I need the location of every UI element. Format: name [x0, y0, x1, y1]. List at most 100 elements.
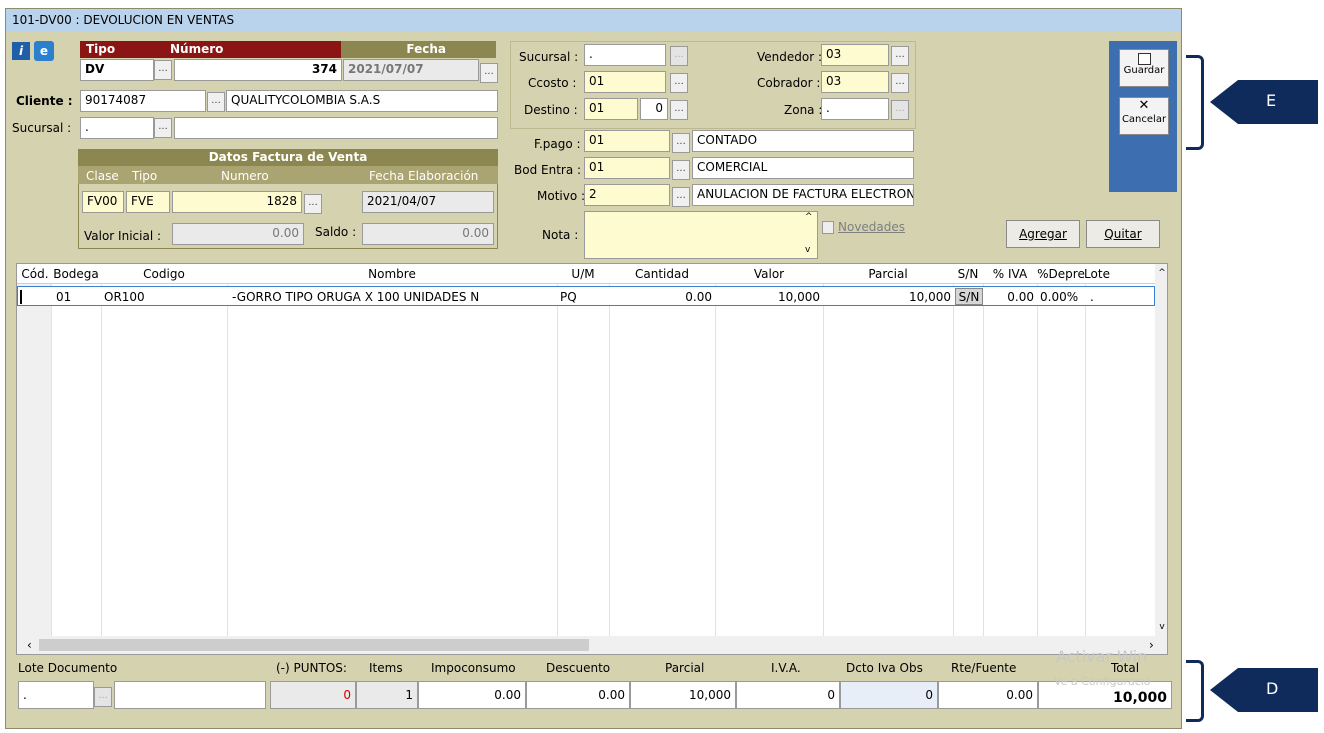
- nota-field[interactable]: [584, 211, 818, 259]
- lote-field[interactable]: .: [18, 681, 94, 709]
- bracket-d: [1186, 660, 1204, 722]
- callout-d-label: D: [1266, 679, 1279, 698]
- tipo-lookup-button[interactable]: ...: [154, 60, 172, 80]
- motivo-field[interactable]: 2: [584, 184, 670, 206]
- cell-cod[interactable]: [20, 290, 50, 304]
- vertical-scrollbar[interactable]: ^ v: [1155, 264, 1167, 636]
- scroll-left-icon[interactable]: ‹: [27, 638, 32, 652]
- zona-lookup[interactable]: ...: [891, 100, 909, 120]
- items-label: Items: [369, 661, 403, 675]
- info-icon[interactable]: i: [12, 42, 30, 60]
- cobrador-field[interactable]: 03: [821, 71, 889, 93]
- mid-sucursal-lookup[interactable]: ...: [670, 46, 688, 66]
- cell-iva[interactable]: 0.00: [984, 290, 1034, 304]
- sucursal-lookup-button[interactable]: ...: [154, 118, 172, 138]
- impo-label: Impoconsumo: [431, 661, 516, 675]
- col-cod[interactable]: Cód.: [19, 267, 51, 281]
- destino-lookup[interactable]: ...: [670, 100, 688, 120]
- vendedor-field[interactable]: 03: [821, 44, 889, 66]
- col-valor[interactable]: Valor: [715, 267, 823, 281]
- cell-codigo[interactable]: OR100: [104, 290, 145, 304]
- mid-sucursal-field[interactable]: .: [584, 44, 666, 66]
- cell-sn-button[interactable]: S/N: [955, 288, 983, 305]
- guardar-button[interactable]: Guardar: [1119, 49, 1169, 87]
- sucursal-field[interactable]: .: [80, 117, 154, 139]
- cliente-name-field[interactable]: QUALITYCOLOMBIA S.A.S: [226, 90, 498, 112]
- factura-numero-field[interactable]: 1828: [172, 191, 302, 213]
- quitar-button[interactable]: Quitar: [1086, 220, 1160, 248]
- cell-nombre[interactable]: -GORRO TIPO ORUGA X 100 UNIDADES N: [232, 290, 479, 304]
- e-icon[interactable]: e: [34, 41, 54, 61]
- col-iva[interactable]: % IVA: [983, 267, 1037, 281]
- cell-valor[interactable]: 10,000: [716, 290, 820, 304]
- fecha-field[interactable]: 2021/07/07: [343, 59, 479, 81]
- cell-cantidad[interactable]: 0.00: [610, 290, 712, 304]
- destino-num-field[interactable]: 0: [640, 98, 668, 120]
- bod-lookup[interactable]: ...: [672, 160, 690, 180]
- motivo-lookup[interactable]: ...: [672, 187, 690, 207]
- tipo-header: Tipo: [80, 41, 156, 58]
- cobrador-lookup[interactable]: ...: [891, 73, 909, 93]
- factura-fecha-label: Fecha Elaboración: [369, 169, 479, 183]
- nota-label: Nota :: [542, 228, 579, 242]
- fecha-picker-button[interactable]: ...: [480, 63, 498, 83]
- numero-header: Número: [156, 41, 341, 58]
- cell-lote[interactable]: .: [1090, 290, 1094, 304]
- fpago-lookup[interactable]: ...: [672, 133, 690, 153]
- vendedor-lookup[interactable]: ...: [891, 46, 909, 66]
- factura-clase-field[interactable]: FV00: [82, 191, 124, 213]
- ccosto-lookup[interactable]: ...: [670, 73, 688, 93]
- cancelar-button[interactable]: ✕ Cancelar: [1119, 97, 1169, 135]
- agregar-button[interactable]: Agregar: [1006, 220, 1080, 248]
- zona-label: Zona :: [784, 103, 823, 117]
- col-sn[interactable]: S/N: [953, 267, 983, 281]
- destino-field[interactable]: 01: [584, 98, 638, 120]
- save-icon: [1137, 53, 1151, 65]
- puntos-field: 0: [270, 681, 356, 709]
- factura-lookup-button[interactable]: ...: [304, 194, 322, 214]
- descuento-label: Descuento: [546, 661, 611, 675]
- bod-field[interactable]: 01: [584, 157, 670, 179]
- cell-depre[interactable]: 0.00%: [1040, 290, 1078, 304]
- iva-label: I.V.A.: [771, 661, 801, 675]
- destino-label: Destino :: [524, 103, 578, 117]
- nota-scroll-up-icon[interactable]: ^: [805, 212, 813, 222]
- scroll-right-icon[interactable]: ›: [1149, 638, 1154, 652]
- scroll-up-icon[interactable]: ^: [1155, 268, 1167, 278]
- col-depre[interactable]: %Depre: [1037, 267, 1085, 281]
- scroll-down-icon[interactable]: v: [1155, 622, 1167, 632]
- numero-field[interactable]: 374: [174, 59, 342, 81]
- cell-bodega[interactable]: 01: [56, 290, 71, 304]
- table-row[interactable]: 01 OR100 -GORRO TIPO ORUGA X 100 UNIDADE…: [17, 286, 1155, 306]
- col-codigo[interactable]: Codigo: [101, 267, 227, 281]
- factura-tipo-field[interactable]: FVE: [126, 191, 170, 213]
- horizontal-scrollbar[interactable]: ‹ ›: [17, 636, 1167, 654]
- cliente-id-field[interactable]: 90174087: [80, 90, 206, 112]
- col-um[interactable]: U/M: [557, 267, 609, 281]
- col-cantidad[interactable]: Cantidad: [609, 267, 715, 281]
- zona-field[interactable]: .: [821, 98, 889, 120]
- cell-parcial[interactable]: 10,000: [824, 290, 951, 304]
- callout-e-arrow: [1210, 80, 1318, 124]
- sucursal-name-field[interactable]: [174, 117, 498, 139]
- col-bodega[interactable]: Bodega: [51, 267, 101, 281]
- factura-fecha-field[interactable]: 2021/04/07: [362, 191, 494, 213]
- cell-um[interactable]: PQ: [560, 290, 577, 304]
- factura-tipo-label: Tipo: [132, 169, 158, 183]
- col-parcial[interactable]: Parcial: [823, 267, 953, 281]
- nota-scroll-down-icon[interactable]: v: [805, 245, 810, 255]
- col-lote[interactable]: Lote: [1083, 267, 1111, 281]
- lote-name-field[interactable]: [114, 681, 266, 709]
- factura-title: Datos Factura de Venta: [78, 149, 498, 166]
- valor-inicial-label: Valor Inicial :: [84, 229, 162, 243]
- col-nombre[interactable]: Nombre: [227, 267, 557, 281]
- tipo-field[interactable]: DV: [80, 59, 154, 81]
- novedades-button[interactable]: Novedades: [838, 218, 912, 238]
- dcto-label: Dcto Iva Obs: [846, 661, 923, 675]
- fpago-field[interactable]: 01: [584, 130, 670, 152]
- cliente-lookup-button[interactable]: ...: [207, 92, 225, 112]
- lote-lookup[interactable]: ...: [94, 687, 112, 707]
- items-grid[interactable]: Cód. Bodega Codigo Nombre U/M Cantidad V…: [16, 263, 1168, 655]
- ccosto-field[interactable]: 01: [584, 71, 666, 93]
- scroll-thumb[interactable]: [39, 639, 589, 651]
